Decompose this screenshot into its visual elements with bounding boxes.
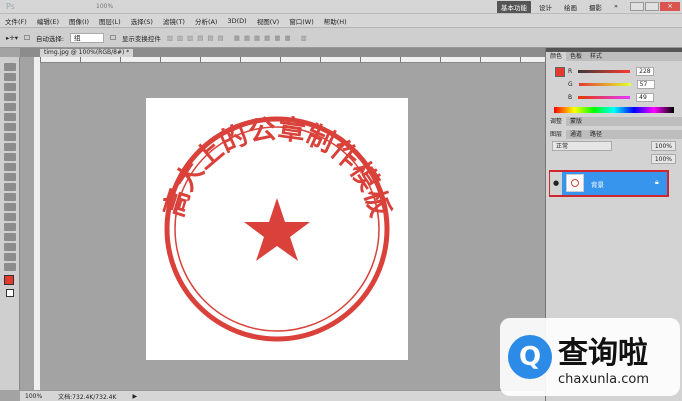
blur-tool-icon[interactable] (4, 183, 16, 191)
more-workspaces[interactable]: » (610, 1, 622, 13)
tab-swatches[interactable]: 色板 (566, 52, 586, 61)
marquee-tool-icon[interactable] (4, 73, 16, 81)
restore-button[interactable] (645, 2, 659, 11)
layer-row-background[interactable]: ● 背景 🔒︎ (549, 170, 669, 197)
watermark-logo-icon: Q (508, 335, 552, 379)
brush-tool-icon[interactable] (4, 133, 16, 141)
auto-select-label: 自动选择: (35, 34, 65, 43)
zoom-tool-icon[interactable] (4, 263, 16, 271)
workspace-essentials[interactable]: 基本功能 (497, 1, 531, 13)
lock-icon: 🔒︎ (655, 178, 659, 186)
tab-adjustments[interactable]: 调整 (546, 117, 567, 126)
r-label: R (568, 68, 573, 75)
fill-field[interactable]: 100% (650, 154, 676, 164)
layer-name[interactable]: 背景 (591, 179, 604, 189)
status-doc-size: 文档:732.4K/732.4K (58, 393, 117, 401)
path-select-tool-icon[interactable] (4, 223, 16, 231)
ps-logo: Ps (6, 2, 15, 11)
menu-edit[interactable]: 编辑(E) (37, 16, 59, 26)
blend-mode-dropdown[interactable]: 正常 (552, 141, 612, 151)
menu-image[interactable]: 图像(I) (69, 16, 89, 26)
visibility-eye-icon[interactable]: ● (550, 172, 562, 195)
b-slider[interactable] (578, 96, 631, 99)
align-icons[interactable]: ▥▥▥▤▤▤ ▦▦▦▦▦▦ ▥ (167, 34, 311, 42)
show-transform-checkbox[interactable]: ☐ (110, 34, 116, 42)
workspace-photography[interactable]: 摄影 (585, 1, 606, 13)
move-tool-icon[interactable]: ▸✛▾ (6, 34, 18, 42)
seal-image: 高大上的公章制作模板 (157, 113, 396, 342)
quick-select-tool-icon[interactable] (4, 93, 16, 101)
menu-window[interactable]: 窗口(W) (289, 16, 314, 26)
auto-select-dropdown[interactable]: 组 (70, 32, 105, 43)
pen-tool-icon[interactable] (4, 203, 16, 211)
vertical-ruler (20, 57, 40, 390)
menu-filter[interactable]: 滤镜(T) (163, 16, 185, 26)
document-canvas[interactable]: 高大上的公章制作模板 (146, 98, 408, 360)
g-slider[interactable] (578, 83, 631, 86)
hand-tool-icon[interactable] (4, 253, 16, 261)
tab-styles[interactable]: 样式 (586, 52, 606, 61)
b-label: B (568, 94, 573, 101)
tab-channels[interactable]: 通道 (566, 130, 586, 139)
b-value[interactable]: 49 (636, 93, 655, 102)
tab-layers[interactable]: 图层 (546, 130, 567, 139)
menu-3d[interactable]: 3D(D) (227, 17, 246, 25)
r-slider[interactable] (578, 70, 631, 73)
lasso-tool-icon[interactable] (4, 83, 16, 91)
history-brush-tool-icon[interactable] (4, 153, 16, 161)
g-label: G (568, 81, 573, 88)
menu-layer[interactable]: 图层(L) (99, 16, 121, 26)
watermark: Q 查询啦 chaxunla.com (500, 318, 680, 396)
seal-star (244, 198, 310, 261)
dodge-tool-icon[interactable] (4, 193, 16, 201)
close-button[interactable]: × (660, 2, 680, 11)
status-bar: 100% 文档:732.4K/732.4K ▶ (20, 390, 545, 401)
color-spectrum[interactable] (554, 107, 674, 113)
status-arrow-icon[interactable]: ▶ (132, 393, 137, 400)
eraser-tool-icon[interactable] (4, 163, 16, 171)
menu-help[interactable]: 帮助(H) (324, 16, 347, 26)
zoom-dropdown[interactable]: 100% (96, 3, 113, 10)
tab-paths[interactable]: 路径 (586, 130, 606, 139)
show-transform-label: 显示变换控件 (121, 34, 161, 43)
eyedropper-tool-icon[interactable] (4, 113, 16, 121)
color-panel-tabs: 颜色 色板 样式 (546, 52, 682, 61)
tab-color[interactable]: 颜色 (546, 52, 567, 61)
menu-analysis[interactable]: 分析(A) (195, 16, 218, 26)
stamp-tool-icon[interactable] (4, 143, 16, 151)
gradient-tool-icon[interactable] (4, 173, 16, 181)
layers-panel-tabs: 图层 通道 路径 (546, 130, 682, 139)
horizontal-ruler (40, 57, 545, 63)
g-value[interactable]: 57 (636, 80, 655, 89)
options-bar: ▸✛▾ ☐ 自动选择: 组 ☐ 显示变换控件 ▥▥▥▤▤▤ ▦▦▦▦▦▦ ▥ (0, 27, 682, 48)
adjust-panel-tabs: 调整 蒙版 (546, 117, 682, 126)
workspace-painting[interactable]: 绘画 (560, 1, 581, 13)
healing-tool-icon[interactable] (4, 123, 16, 131)
title-bar: Ps 100% 基本功能 设计 绘画 摄影 » × (0, 0, 682, 14)
layer-thumbnail (566, 174, 584, 192)
r-value[interactable]: 228 (636, 67, 655, 76)
workspace-design[interactable]: 设计 (535, 1, 556, 13)
auto-select-checkbox[interactable]: ☐ (24, 34, 30, 42)
tab-masks[interactable]: 蒙版 (566, 117, 586, 126)
status-zoom[interactable]: 100% (25, 393, 42, 400)
shape-tool-icon[interactable] (4, 233, 16, 241)
toolbox (0, 57, 20, 390)
watermark-name: 查询啦 (558, 335, 648, 371)
move-tool-icon[interactable] (4, 63, 16, 71)
crop-tool-icon[interactable] (4, 103, 16, 111)
menu-select[interactable]: 选择(S) (131, 16, 153, 26)
foreground-color-preview[interactable] (555, 67, 565, 77)
watermark-url: chaxunla.com (558, 371, 649, 387)
menu-bar: 文件(F) 编辑(E) 图像(I) 图层(L) 选择(S) 滤镜(T) 分析(A… (0, 14, 682, 27)
menu-file[interactable]: 文件(F) (5, 16, 27, 26)
document-tab[interactable]: timg.jpg @ 100%(RGB/8#) * (40, 49, 134, 57)
opacity-field[interactable]: 100% (650, 141, 676, 151)
foreground-color-swatch[interactable] (4, 275, 14, 285)
menu-view[interactable]: 视图(V) (257, 16, 280, 26)
minimize-button[interactable] (630, 2, 644, 11)
background-color-swatch[interactable] (6, 289, 14, 297)
3d-tool-icon[interactable] (4, 243, 16, 251)
type-tool-icon[interactable] (4, 213, 16, 221)
